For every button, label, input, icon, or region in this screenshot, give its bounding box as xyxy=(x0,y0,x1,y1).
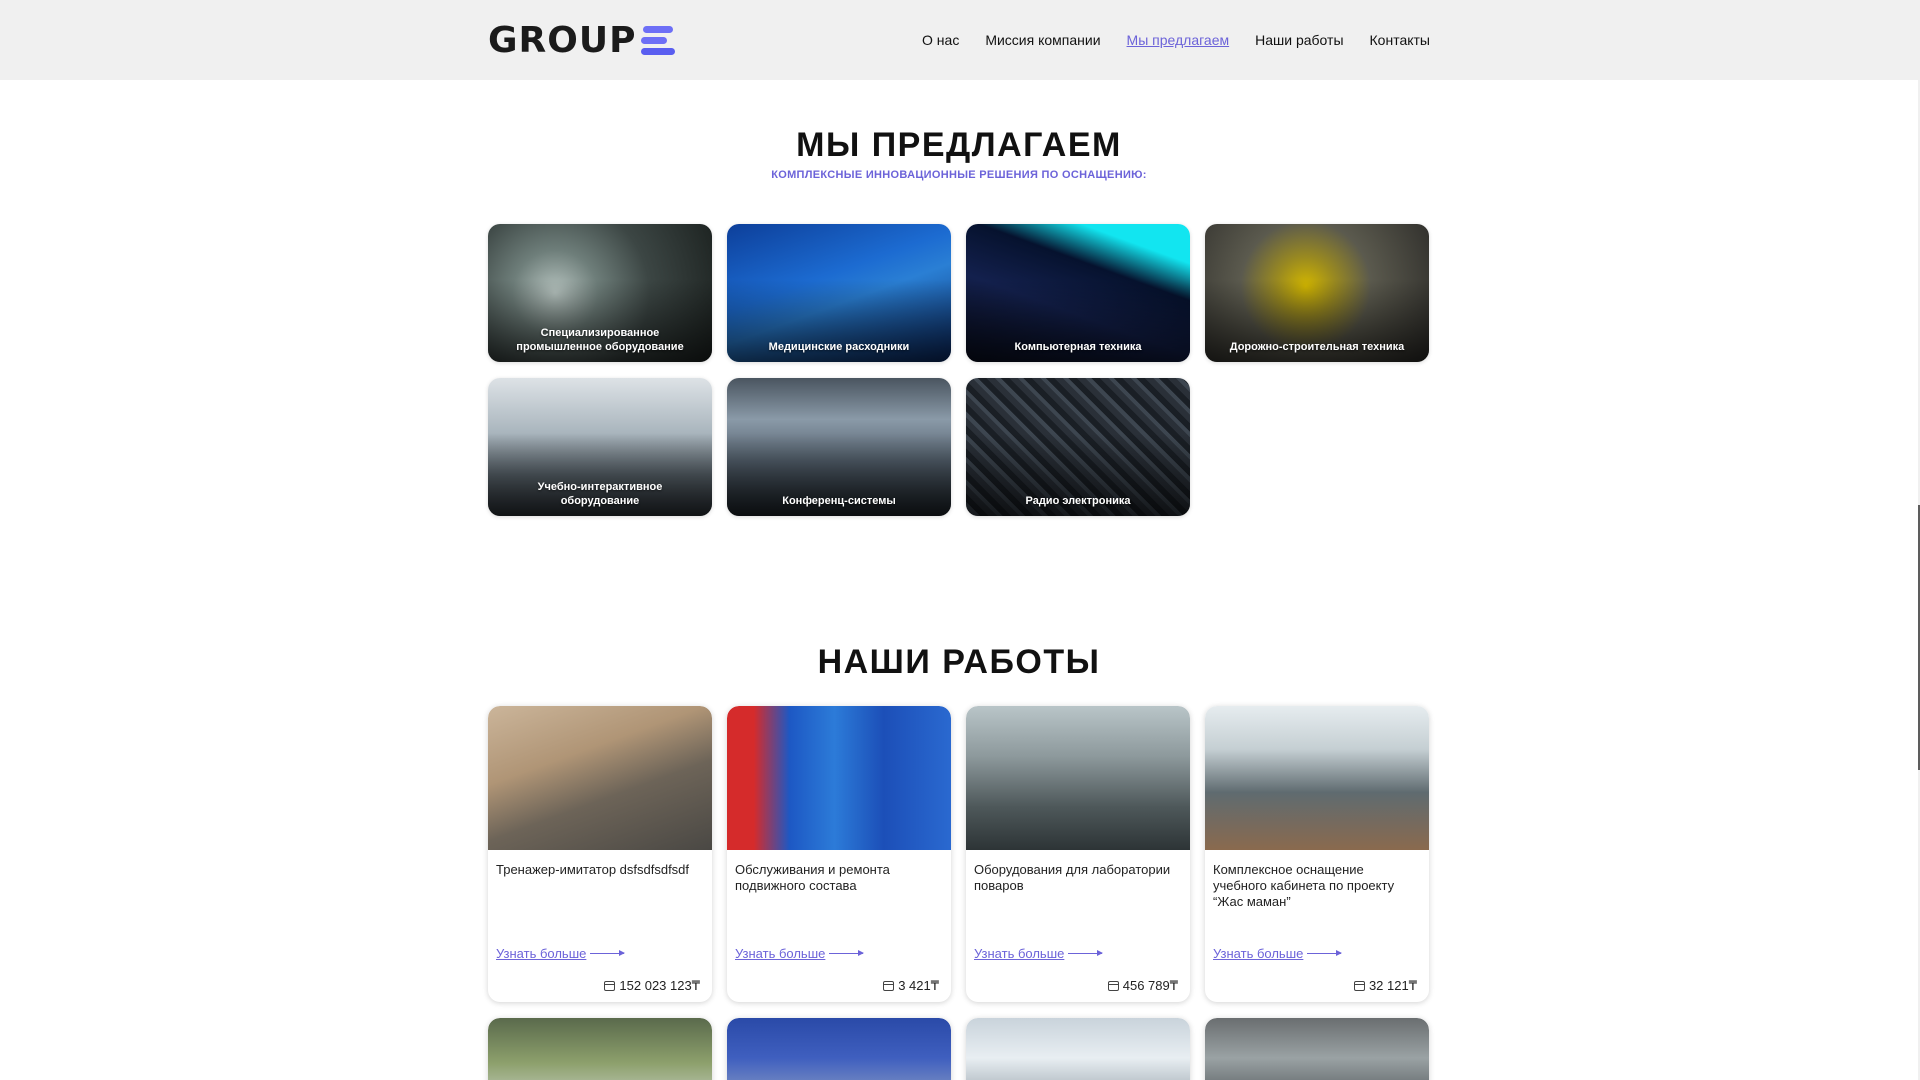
work-image[interactable] xyxy=(727,706,951,850)
work-title: Комплексное оснащение учебного кабинета … xyxy=(1213,862,1395,909)
work-image[interactable] xyxy=(488,1018,712,1080)
offer-card[interactable]: Конференц-системы xyxy=(727,378,951,516)
arrow-right-icon xyxy=(590,950,626,956)
work-title: Оборудования для лаборатории поваров xyxy=(974,862,1171,893)
calendar-icon xyxy=(1107,981,1119,991)
nav-about[interactable]: О нас xyxy=(922,32,959,48)
work-card xyxy=(1205,1018,1429,1080)
learn-more-link[interactable]: Узнать больше xyxy=(974,946,1104,961)
learn-more-link[interactable]: Узнать больше xyxy=(496,946,626,961)
work-image[interactable] xyxy=(966,706,1190,850)
learn-more-label: Узнать больше xyxy=(1213,946,1304,961)
work-title: Обслуживания и ремонта подвижного состав… xyxy=(735,862,890,893)
offer-card[interactable]: Дорожно-строительная техника xyxy=(1205,224,1429,362)
offer-label: Специализированное промышленное оборудов… xyxy=(516,327,684,353)
offer-card[interactable]: Компьютерная техника xyxy=(966,224,1190,362)
offer-card[interactable]: Радио электроника xyxy=(966,378,1190,516)
price-value: 32 121₸ xyxy=(1368,978,1417,993)
work-card xyxy=(488,1018,712,1080)
learn-more-label: Узнать больше xyxy=(735,946,826,961)
learn-more-link[interactable]: Узнать больше xyxy=(1213,946,1343,961)
arrow-right-icon xyxy=(1307,950,1343,956)
work-image[interactable] xyxy=(966,1018,1190,1080)
arrow-right-icon xyxy=(1068,950,1104,956)
nav-offers[interactable]: Мы предлагаем xyxy=(1127,32,1230,48)
price-value: 456 789₸ xyxy=(1122,978,1178,993)
offer-card[interactable]: Медицинские расходники xyxy=(727,224,951,362)
work-image[interactable] xyxy=(488,706,712,850)
nav-mission[interactable]: Миссия компании xyxy=(985,32,1100,48)
main-nav: О нас Миссия компании Мы предлагаем Наши… xyxy=(922,32,1430,48)
work-card: Оборудования для лаборатории поваров Узн… xyxy=(966,706,1190,1002)
nav-contacts[interactable]: Контакты xyxy=(1370,32,1430,48)
offer-label: Учебно-интерактивное оборудование xyxy=(537,481,663,507)
offer-card[interactable]: Специализированное промышленное оборудов… xyxy=(488,224,712,362)
learn-more-label: Узнать больше xyxy=(496,946,587,961)
work-price: 3 421₸ xyxy=(883,978,939,994)
work-card: Комплексное оснащение учебного кабинета … xyxy=(1205,706,1429,1002)
logo-text: GROUP xyxy=(488,19,637,61)
work-image[interactable] xyxy=(1205,706,1429,850)
works-grid-next-row xyxy=(488,1018,1430,1080)
offer-label: Конференц-системы xyxy=(782,495,896,507)
header-inner: GROUP О нас Миссия компании Мы предлагае… xyxy=(488,0,1430,80)
work-image[interactable] xyxy=(727,1018,951,1080)
learn-more-link[interactable]: Узнать больше xyxy=(735,946,865,961)
site-header: GROUP О нас Миссия компании Мы предлагае… xyxy=(0,0,1918,80)
logo[interactable]: GROUP xyxy=(488,20,675,61)
calendar-icon xyxy=(604,981,616,991)
offer-label: Медицинские расходники xyxy=(768,341,910,353)
work-card: Тренажер-имитатор dsfsdfsdfsdf Узнать бо… xyxy=(488,706,712,1002)
work-card xyxy=(727,1018,951,1080)
offers-grid: Специализированное промышленное оборудов… xyxy=(488,224,1430,516)
calendar-icon xyxy=(1353,981,1365,991)
offer-card[interactable]: Учебно-интерактивное оборудование xyxy=(488,378,712,516)
offer-label: Дорожно-строительная техника xyxy=(1229,341,1405,353)
calendar-icon xyxy=(883,981,895,991)
arrow-right-icon xyxy=(829,950,865,956)
work-card: Обслуживания и ремонта подвижного состав… xyxy=(727,706,951,1002)
offers-subtitle: КОМПЛЕКСНЫЕ ИННОВАЦИОННЫЕ РЕШЕНИЯ ПО ОСН… xyxy=(771,169,1147,181)
work-title: Тренажер-имитатор dsfsdfsdfsdf xyxy=(496,862,690,877)
offer-label: Компьютерная техника xyxy=(1014,341,1142,353)
nav-works[interactable]: Наши работы xyxy=(1255,32,1343,48)
offers-title: МЫ ПРЕДЛАГАЕМ xyxy=(796,126,1122,164)
work-card xyxy=(966,1018,1190,1080)
price-value: 152 023 123₸ xyxy=(619,978,700,993)
work-price: 32 121₸ xyxy=(1353,978,1417,994)
learn-more-label: Узнать больше xyxy=(974,946,1065,961)
work-price: 456 789₸ xyxy=(1107,978,1178,994)
logo-mark-icon xyxy=(640,25,675,55)
works-title: НАШИ РАБОТЫ xyxy=(817,643,1101,681)
work-image[interactable] xyxy=(1205,1018,1429,1080)
price-value: 3 421₸ xyxy=(898,978,939,993)
work-price: 152 023 123₸ xyxy=(604,978,700,994)
offer-label: Радио электроника xyxy=(1025,495,1131,507)
works-grid: Тренажер-имитатор dsfsdfsdfsdf Узнать бо… xyxy=(488,706,1430,1002)
